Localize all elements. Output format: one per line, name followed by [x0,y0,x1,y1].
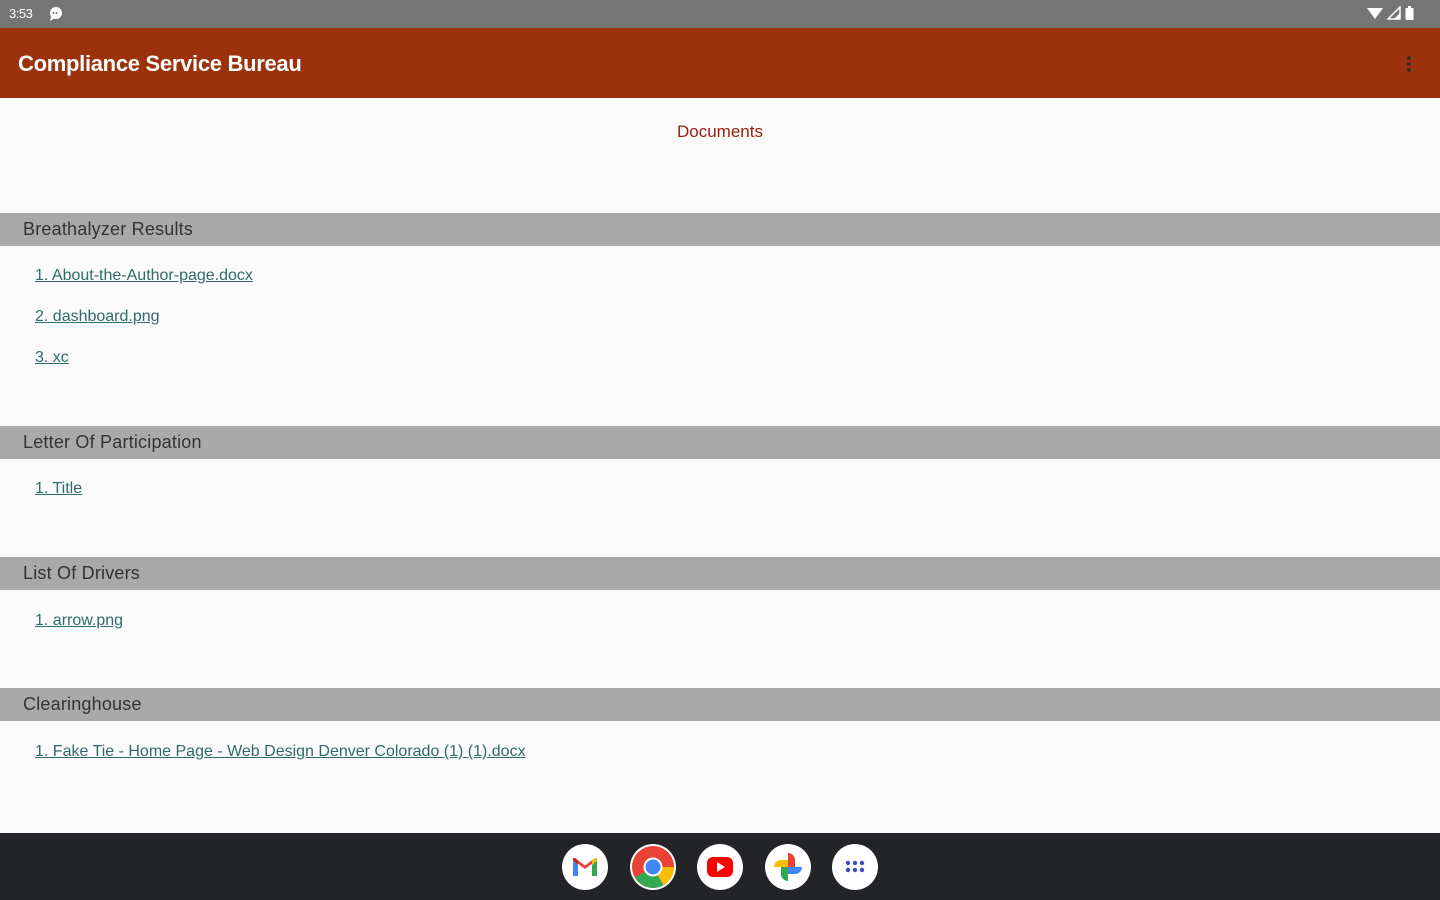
page-heading: Documents [677,122,763,141]
status-bar: 3:53 [0,0,1440,28]
youtube-icon[interactable] [697,844,743,890]
photos-icon[interactable] [765,844,811,890]
section-header-clearinghouse: Clearinghouse [0,688,1440,721]
app-title: Compliance Service Bureau [18,51,302,76]
status-icons [1367,4,1414,23]
document-link[interactable]: 1. Title [35,480,82,498]
document-link[interactable]: 1. arrow.png [35,612,123,630]
taskbar [0,833,1440,900]
app-bar: Compliance Service Bureau [0,28,1440,98]
battery-icon [1405,5,1414,23]
document-link[interactable]: 2. dashboard.png [35,308,160,326]
section-header-breathalyzer-results: Breathalyzer Results [0,213,1440,246]
document-link[interactable]: 3. xc [35,349,69,367]
document-link[interactable]: 1. About-the-Author-page.docx [35,267,253,285]
documents-content: Documents Breathalyzer Results 1. About-… [0,98,1440,833]
section-header-letter-of-participation: Letter Of Participation [0,426,1440,459]
document-link[interactable]: 1. Fake Tie - Home Page - Web Design Den… [35,743,526,761]
app-launcher-icon[interactable] [832,844,878,890]
message-notification-icon [48,6,64,22]
chrome-icon[interactable] [630,844,676,890]
gmail-icon[interactable] [562,844,608,890]
wifi-icon [1367,6,1383,23]
section-header-list-of-drivers: List Of Drivers [0,557,1440,590]
cellular-signal-icon [1386,4,1401,23]
status-time: 3:53 [9,6,33,21]
more-options-icon[interactable] [1406,54,1412,74]
